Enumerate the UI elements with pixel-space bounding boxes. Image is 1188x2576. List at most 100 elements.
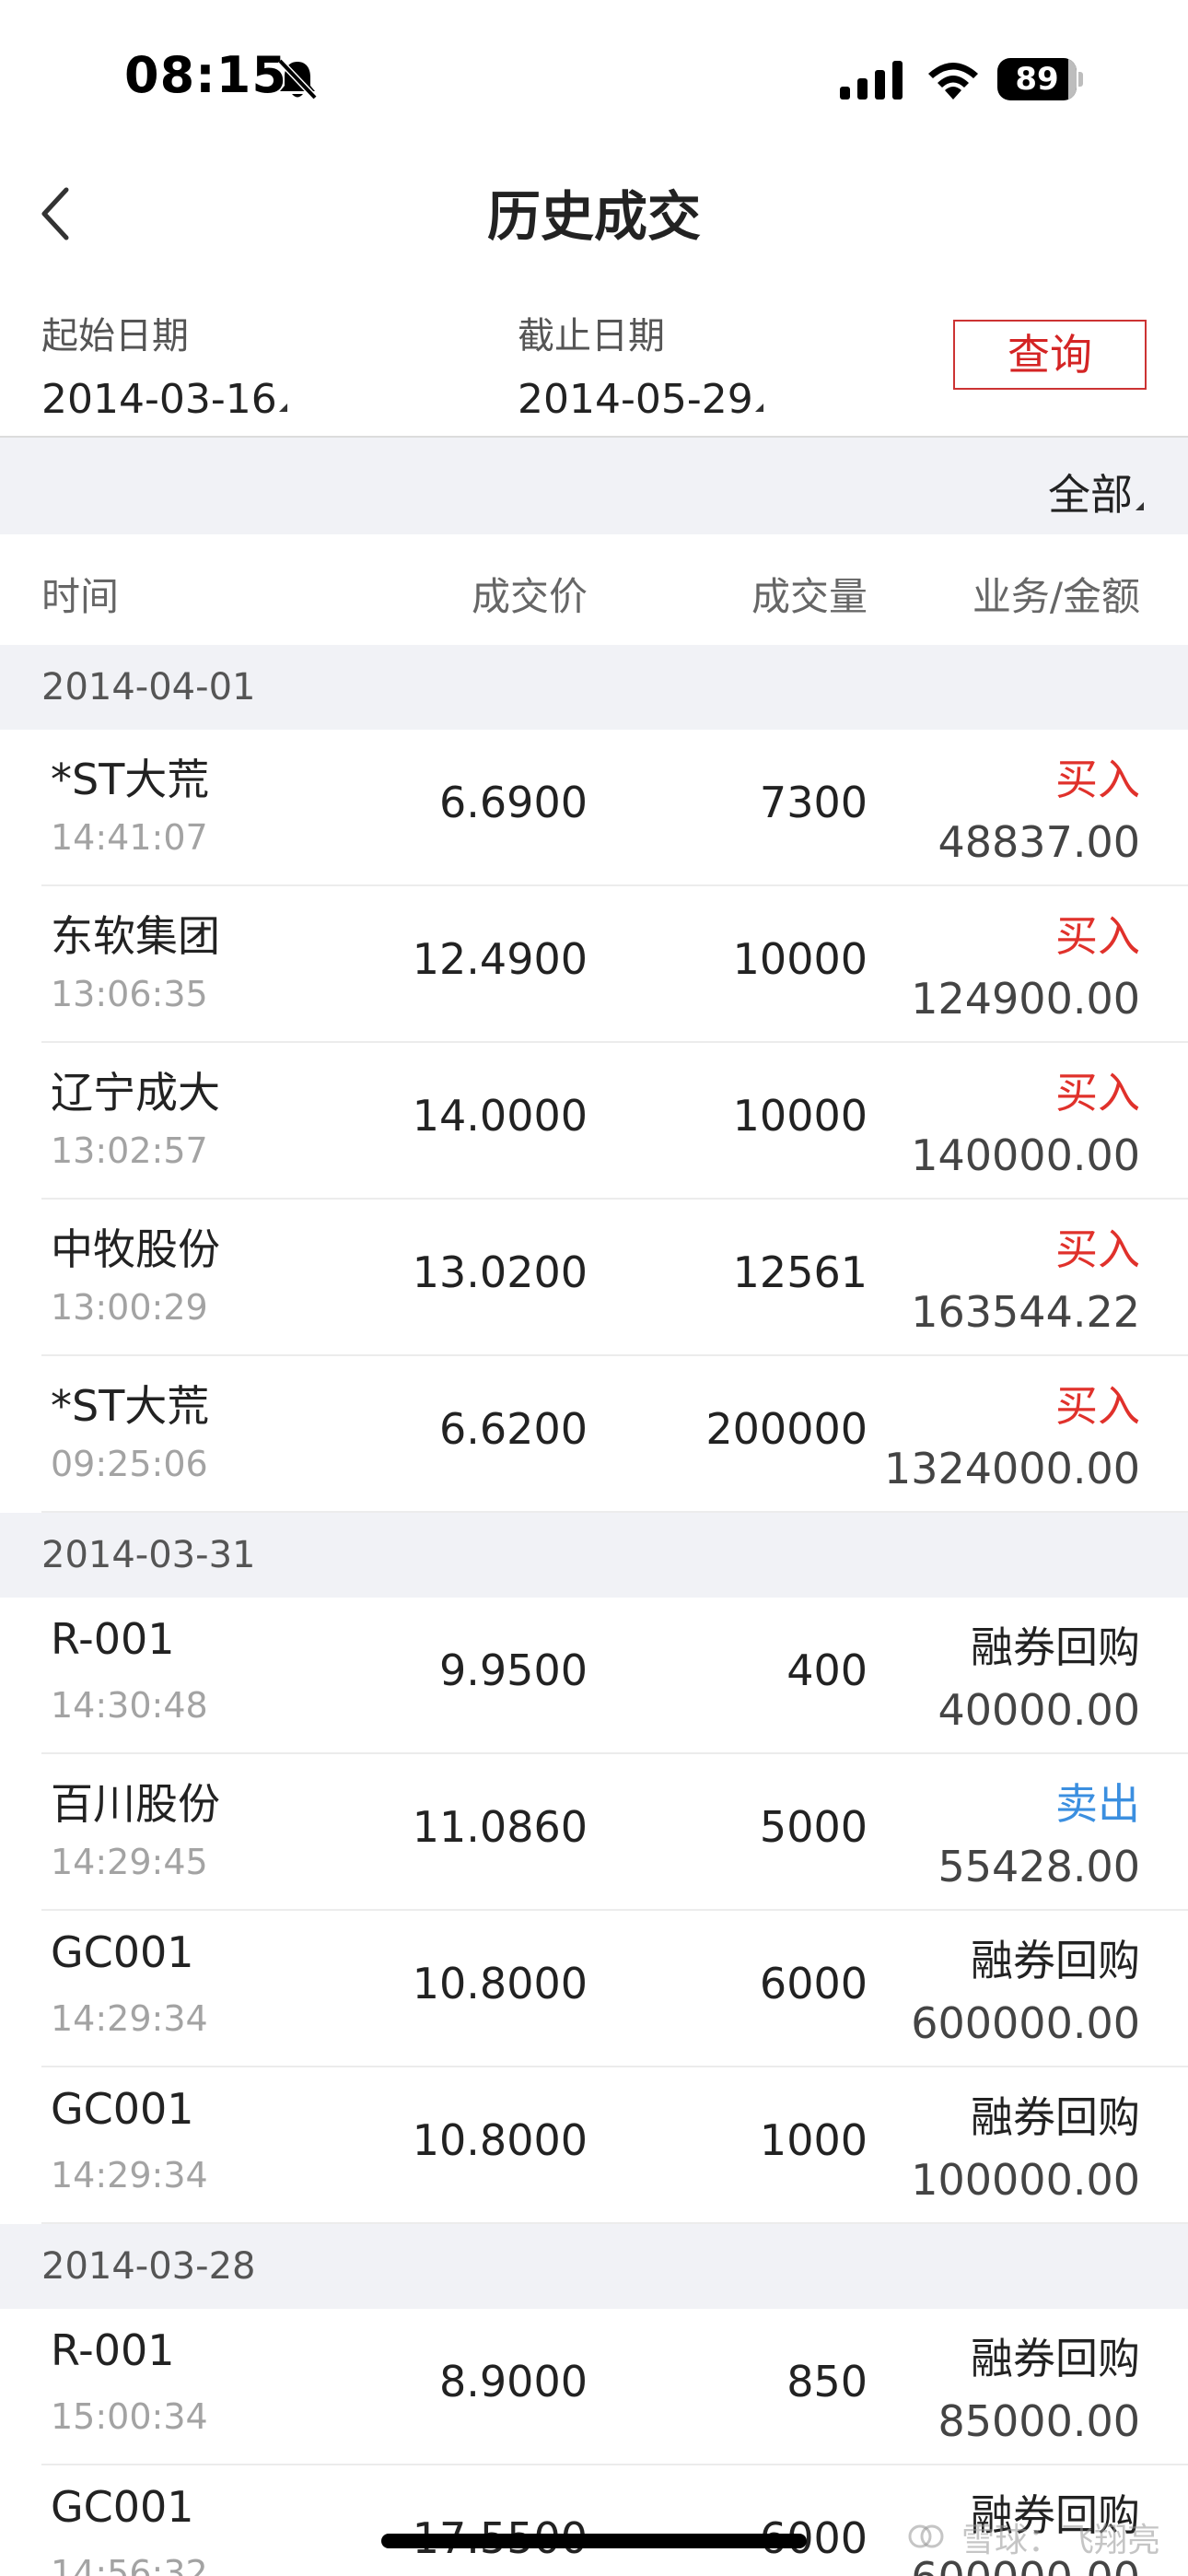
trade-type-label: 买入: [1055, 1068, 1140, 1118]
trade-amount: 100000.00: [911, 2155, 1140, 2205]
trade-volume: 400: [786, 1645, 868, 1695]
trade-amount: 48837.00: [938, 817, 1141, 867]
trade-time: 13:06:35: [51, 974, 208, 1014]
column-header-volume: 成交量: [751, 574, 868, 619]
trade-amount: 55428.00: [938, 1842, 1141, 1891]
end-date-caret-icon[interactable]: [755, 404, 763, 412]
trade-amount: 163544.22: [911, 1287, 1140, 1337]
trade-type-label: 融券回购: [971, 1936, 1140, 1985]
trade-time: 15:00:34: [51, 2396, 208, 2437]
date-range-filter: 起始日期 2014-03-16 截止日期 2014-05-29 查询: [0, 295, 1188, 438]
column-header-type-amount: 业务/金额: [972, 574, 1140, 619]
stock-name: GC001: [51, 2482, 194, 2532]
trade-volume: 1000: [759, 2115, 868, 2165]
trade-row[interactable]: GC001 14:29:34 10.8000 1000 融券回购 100000.00: [0, 2067, 1188, 2224]
trade-row[interactable]: 东软集团 13:06:35 12.4900 10000 买入 124900.00: [0, 886, 1188, 1043]
trade-time: 13:02:57: [51, 1130, 208, 1171]
trade-row[interactable]: *ST大荒 14:41:07 6.6900 7300 买入 48837.00: [0, 730, 1188, 886]
trade-time: 14:56:32: [51, 2553, 208, 2576]
trade-price: 10.8000: [412, 2115, 588, 2165]
watermark-text: 雪球：飞翔亮: [961, 2522, 1160, 2559]
table-header: 时间 成交价 成交量 业务/金额: [0, 534, 1188, 645]
snowball-logo-icon: [908, 2524, 944, 2548]
start-date-picker[interactable]: 2014-03-16: [41, 376, 277, 423]
nav-bar: 历史成交: [0, 147, 1188, 267]
trade-time: 14:29:45: [51, 1842, 208, 1882]
trade-type-label: 买入: [1055, 755, 1140, 804]
trade-type-label: 买入: [1055, 1224, 1140, 1274]
date-group-header: 2014-03-31: [0, 1513, 1188, 1598]
trade-type-label: 卖出: [1055, 1779, 1140, 1829]
trade-price: 13.0200: [412, 1247, 588, 1297]
battery-icon: 89: [997, 58, 1083, 100]
trade-price: 14.0000: [412, 1091, 588, 1141]
stock-name: *ST大荒: [51, 755, 210, 804]
column-header-price: 成交价: [471, 574, 588, 619]
trade-volume: 7300: [759, 778, 868, 827]
stock-name: GC001: [51, 1927, 194, 1977]
trade-amount: 1324000.00: [883, 1444, 1140, 1493]
trade-row[interactable]: *ST大荒 09:25:06 6.6200 200000 买入 1324000.00: [0, 1356, 1188, 1513]
trade-volume: 200000: [705, 1404, 868, 1454]
trade-time: 14:41:07: [51, 817, 208, 858]
dropdown-caret-icon[interactable]: [1136, 502, 1144, 510]
trade-time: 13:00:29: [51, 1287, 208, 1328]
trade-row[interactable]: GC001 14:29:34 10.8000 6000 融券回购 600000.00: [0, 1911, 1188, 2067]
trade-price: 6.6200: [439, 1404, 588, 1454]
trade-amount: 85000.00: [938, 2396, 1141, 2446]
trade-list: 2014-04-01 *ST大荒 14:41:07 6.6900 7300 买入 48837…: [0, 645, 1188, 2576]
trade-amount: 40000.00: [938, 1685, 1141, 1735]
trade-row[interactable]: 中牧股份 13:00:29 13.0200 12561 买入 163544.22: [0, 1200, 1188, 1356]
home-indicator[interactable]: [381, 2534, 807, 2548]
status-bar: 08:15 89: [0, 0, 1188, 138]
trade-type-label: 融券回购: [971, 1622, 1140, 1672]
trade-type-label: 融券回购: [971, 2334, 1140, 2383]
status-time: 08:15: [124, 46, 287, 104]
trade-row[interactable]: R-001 15:00:34 8.9000 850 融券回购 85000.00: [0, 2309, 1188, 2465]
end-date-label: 截止日期: [518, 315, 665, 357]
trade-type-label: 买入: [1055, 911, 1140, 961]
trade-history-screen: 08:15 89 历史成交 起始日期 2014-03-16 截止日期 2014-…: [0, 0, 1188, 2576]
trade-time: 14:29:34: [51, 2155, 208, 2195]
start-date-label: 起始日期: [41, 315, 189, 357]
start-date-caret-icon[interactable]: [279, 404, 287, 412]
stock-name: R-001: [51, 2325, 175, 2375]
trade-type-label: 融券回购: [971, 2092, 1140, 2142]
trade-volume: 10000: [732, 934, 868, 984]
date-group-header: 2014-03-28: [0, 2224, 1188, 2309]
trade-volume: 12561: [732, 1247, 868, 1297]
battery-level-text: 89: [1015, 61, 1059, 98]
trade-price: 12.4900: [412, 934, 588, 984]
stock-name: 百川股份: [51, 1779, 220, 1829]
stock-name: GC001: [51, 2084, 194, 2134]
bell-muted-icon: [277, 58, 318, 100]
trade-type-label: 买入: [1055, 1381, 1140, 1431]
column-header-time: 时间: [41, 574, 120, 619]
trade-row[interactable]: 辽宁成大 13:02:57 14.0000 10000 买入 140000.00: [0, 1043, 1188, 1200]
trade-volume: 5000: [759, 1802, 868, 1852]
trade-price: 8.9000: [439, 2357, 588, 2406]
trade-volume: 850: [786, 2357, 868, 2406]
trade-amount: 140000.00: [911, 1130, 1140, 1180]
type-filter-bar: 全部: [0, 438, 1188, 534]
trade-row[interactable]: R-001 14:30:48 9.9500 400 融券回购 40000.00: [0, 1598, 1188, 1754]
trade-price: 11.0860: [412, 1802, 588, 1852]
trade-price: 9.9500: [439, 1645, 588, 1695]
type-filter-dropdown[interactable]: 全部: [1048, 462, 1133, 522]
trade-row[interactable]: 百川股份 14:29:45 11.0860 5000 卖出 55428.00: [0, 1754, 1188, 1911]
trade-time: 09:25:06: [51, 1444, 208, 1484]
page-title: 历史成交: [486, 185, 701, 248]
stock-name: 东软集团: [51, 911, 220, 961]
date-group-header: 2014-04-01: [0, 645, 1188, 730]
trade-price: 6.6900: [439, 778, 588, 827]
trade-amount: 600000.00: [911, 1998, 1140, 2048]
stock-name: *ST大荒: [51, 1381, 210, 1431]
query-button[interactable]: 查询: [953, 320, 1147, 390]
trade-amount: 124900.00: [911, 974, 1140, 1024]
trade-time: 14:30:48: [51, 1685, 208, 1726]
wifi-icon: [928, 63, 978, 100]
end-date-picker[interactable]: 2014-05-29: [518, 376, 753, 423]
stock-name: R-001: [51, 1614, 175, 1664]
trade-volume: 6000: [759, 1959, 868, 2008]
trade-price: 10.8000: [412, 1959, 588, 2008]
